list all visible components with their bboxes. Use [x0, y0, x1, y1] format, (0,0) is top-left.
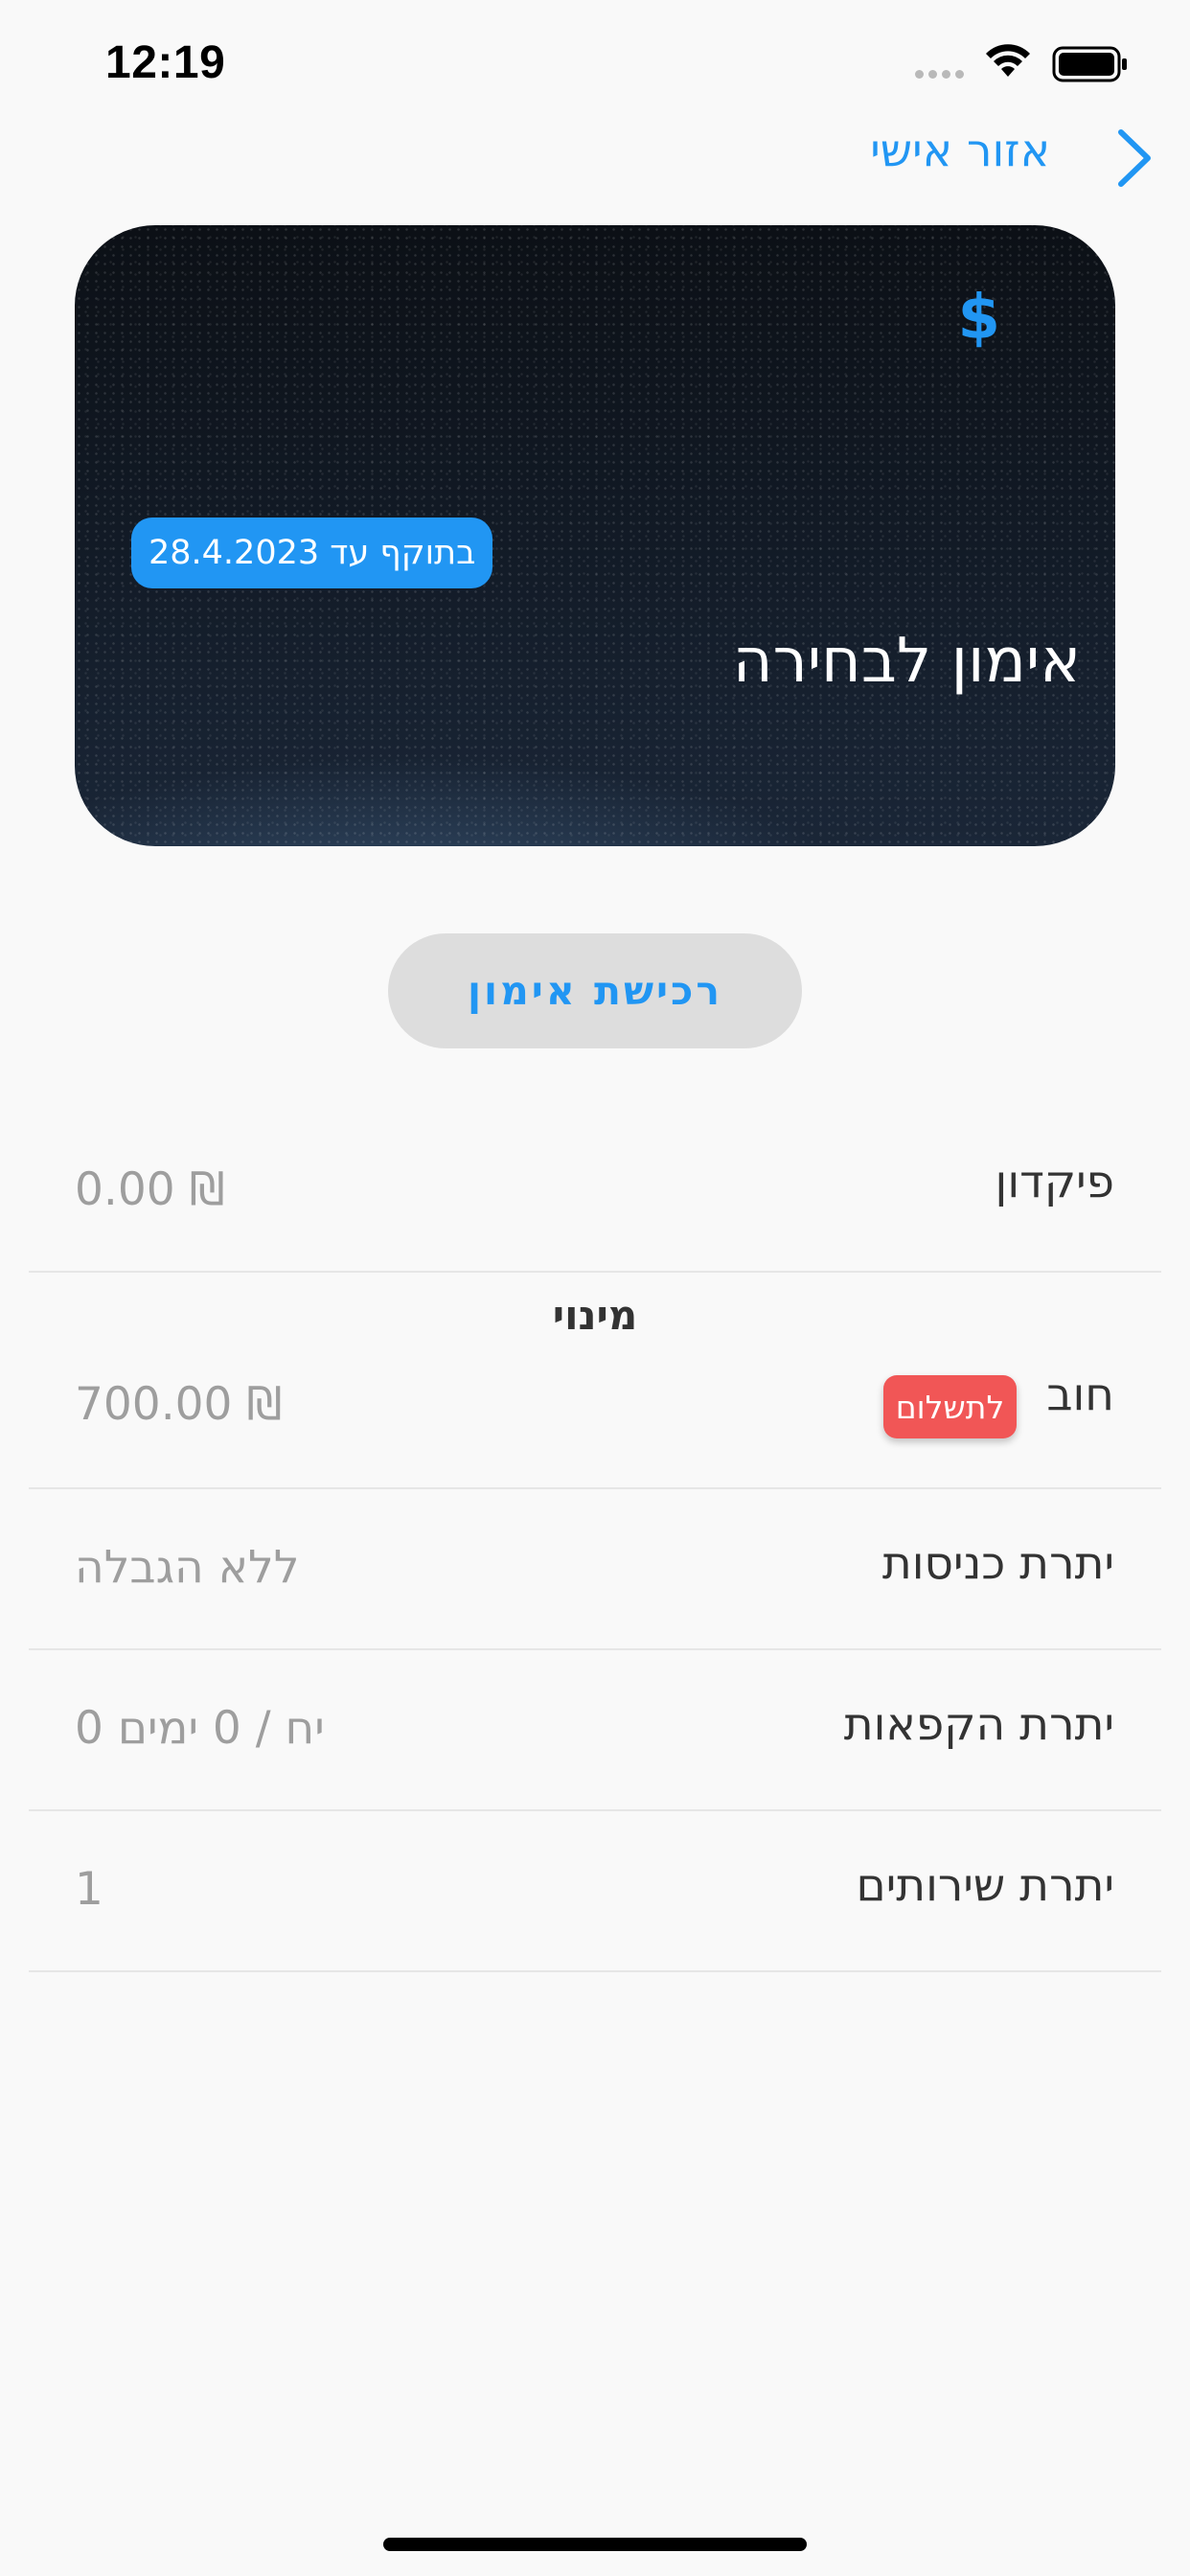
divider	[29, 1970, 1161, 1972]
page-title: אזור אישי	[870, 125, 1050, 177]
entries-balance-value: ללא הגבלה	[75, 1541, 300, 1594]
cellular-signal-icon	[915, 70, 964, 79]
services-balance-value: 1	[75, 1863, 103, 1916]
home-indicator[interactable]	[383, 2538, 807, 2551]
status-time: 12:19	[105, 37, 226, 88]
battery-icon	[1052, 46, 1129, 86]
chevron-right-icon[interactable]	[1115, 128, 1154, 192]
divider	[29, 1487, 1161, 1489]
validity-badge: בתוקף עד 28.4.2023	[131, 518, 493, 588]
pay-now-button[interactable]: לתשלום	[883, 1375, 1017, 1438]
purchase-training-button[interactable]: רכישת אימון	[388, 933, 802, 1048]
membership-card[interactable]: $ בתוקף עד 28.4.2023 אימון לבחירה	[75, 225, 1115, 846]
divider	[29, 1271, 1161, 1273]
divider	[29, 1809, 1161, 1811]
debt-label: חוב	[1046, 1368, 1114, 1421]
membership-title: אימון לבחירה	[732, 626, 1081, 697]
entries-balance-label: יתרת כניסות	[881, 1537, 1114, 1590]
services-balance-label: יתרת שירותים	[856, 1859, 1115, 1912]
divider	[29, 1648, 1161, 1650]
freezes-balance-value: 0 יח / 0 ימים	[75, 1702, 325, 1755]
freezes-balance-label: יתרת הקפאות	[843, 1698, 1114, 1751]
subscription-section-title: מינוי	[552, 1292, 638, 1339]
debt-value: 700.00 ₪	[75, 1378, 283, 1431]
deposit-label: פיקדון	[995, 1156, 1114, 1208]
dollar-icon: $	[957, 283, 1000, 354]
wifi-icon	[985, 44, 1031, 82]
deposit-value: 0.00 ₪	[75, 1163, 225, 1216]
